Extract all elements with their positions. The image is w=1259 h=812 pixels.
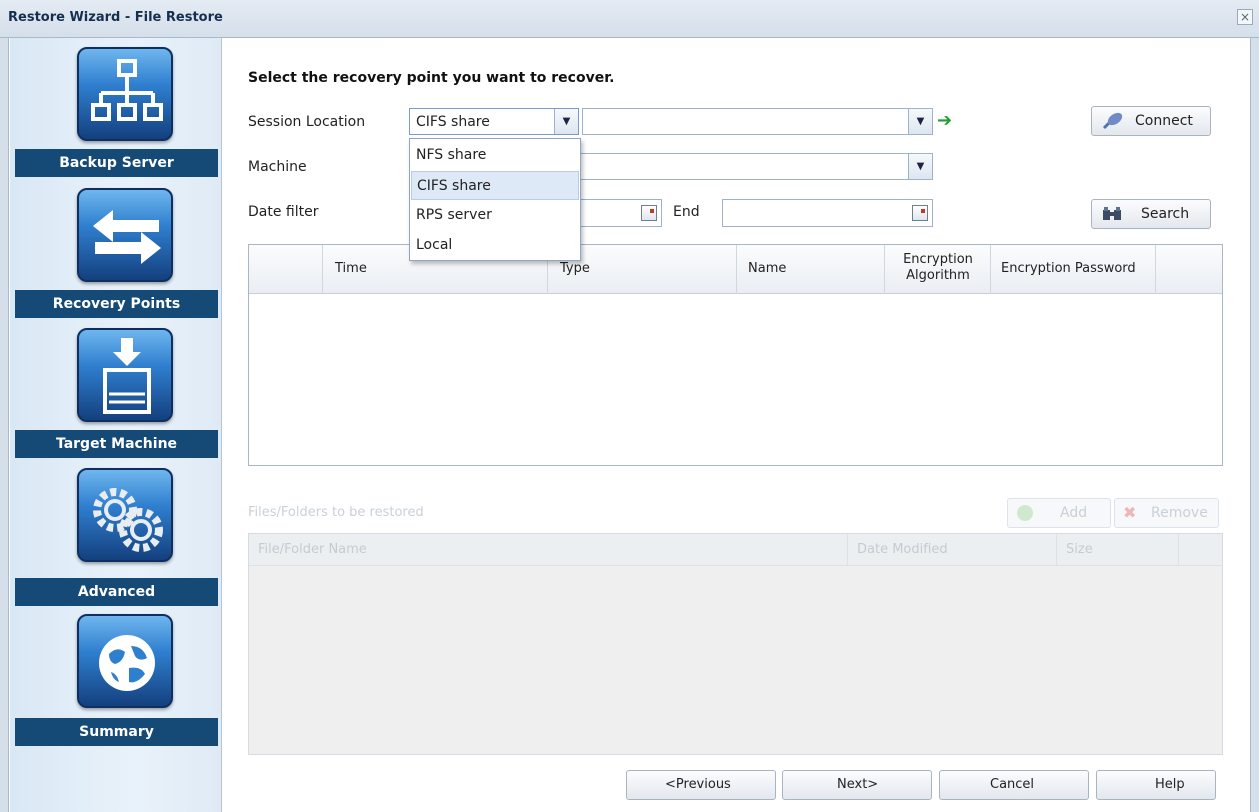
calendar-icon[interactable] xyxy=(641,205,657,221)
column-header-select[interactable] xyxy=(249,245,323,294)
recovery-points-table[interactable]: Time Type Name Encryption Algorithm Encr… xyxy=(248,244,1223,466)
network-tree-icon[interactable] xyxy=(77,47,173,141)
dropdown-option-rps-server[interactable]: RPS server xyxy=(411,201,579,230)
end-date-label: End xyxy=(673,204,700,220)
step-recovery-points[interactable]: Recovery Points xyxy=(15,290,218,318)
chevron-down-icon[interactable]: ▼ xyxy=(554,109,578,134)
previous-button[interactable]: <Previous xyxy=(626,770,776,800)
binoculars-icon xyxy=(1103,207,1121,220)
column-header-encryption-algorithm[interactable]: Encryption Algorithm xyxy=(885,245,991,294)
table-header: Time Type Name Encryption Algorithm Encr… xyxy=(249,245,1222,294)
session-location-label: Session Location xyxy=(248,114,366,130)
help-button-label: Help xyxy=(1155,777,1185,792)
date-filter-label: Date filter xyxy=(248,204,319,220)
gears-icon[interactable] xyxy=(77,468,173,562)
calendar-icon[interactable] xyxy=(912,205,928,221)
window-title: Restore Wizard - File Restore xyxy=(8,10,223,25)
session-location-dropdown-list[interactable]: NFS share CIFS share RPS server Local xyxy=(409,138,581,261)
connect-button[interactable]: Connect xyxy=(1091,106,1211,136)
close-icon[interactable]: × xyxy=(1237,9,1253,25)
add-button[interactable]: Add xyxy=(1007,498,1111,528)
previous-button-label: <Previous xyxy=(665,777,731,792)
search-button[interactable]: Search xyxy=(1091,199,1211,229)
column-header-name[interactable]: Name xyxy=(737,245,885,294)
column-header-encryption-password[interactable]: Encryption Password xyxy=(991,245,1156,294)
session-location-value: CIFS share xyxy=(416,114,490,130)
add-icon xyxy=(1017,505,1033,521)
go-arrow-icon[interactable]: ➔ xyxy=(937,112,959,130)
chevron-down-icon[interactable]: ▼ xyxy=(908,154,932,179)
next-button-label: Next> xyxy=(837,777,879,792)
remove-button[interactable]: ✖ Remove xyxy=(1114,498,1219,528)
dropdown-option-nfs-share[interactable]: NFS share xyxy=(411,141,579,170)
session-path-combo[interactable]: ▼ xyxy=(582,108,933,135)
step-advanced[interactable]: Advanced xyxy=(15,578,218,606)
column-header-size[interactable]: Size xyxy=(1057,534,1179,566)
column-header-file-folder-name[interactable]: File/Folder Name xyxy=(249,534,848,566)
cancel-button-label: Cancel xyxy=(990,777,1035,792)
files-table-header: File/Folder Name Date Modified Size xyxy=(249,534,1222,566)
machine-label: Machine xyxy=(248,159,307,175)
remove-icon: ✖ xyxy=(1123,503,1137,522)
globe-icon[interactable] xyxy=(77,614,173,708)
page-heading: Select the recovery point you want to re… xyxy=(248,70,615,86)
next-button[interactable]: Next> xyxy=(782,770,932,800)
search-button-label: Search xyxy=(1141,206,1190,222)
exchange-arrows-icon[interactable] xyxy=(77,188,173,282)
step-summary[interactable]: Summary xyxy=(15,718,218,746)
dropdown-option-cifs-share[interactable]: CIFS share xyxy=(411,171,579,200)
wizard-steps-sidebar: Backup Server Recovery Points Target Mac… xyxy=(10,38,222,812)
connect-button-label: Connect xyxy=(1135,113,1193,129)
session-location-select[interactable]: CIFS share ▼ xyxy=(409,108,579,135)
column-header-date-modified[interactable]: Date Modified xyxy=(848,534,1057,566)
files-section-title: Files/Folders to be restored xyxy=(248,505,424,520)
cancel-button[interactable]: Cancel xyxy=(939,770,1089,800)
dropdown-option-local[interactable]: Local xyxy=(411,231,579,260)
end-date-input[interactable] xyxy=(722,199,933,227)
column-header-extra xyxy=(1179,534,1222,566)
chevron-down-icon[interactable]: ▼ xyxy=(908,109,932,134)
plug-icon xyxy=(1102,112,1123,130)
help-button[interactable]: Help xyxy=(1096,770,1216,800)
files-to-restore-table[interactable]: File/Folder Name Date Modified Size xyxy=(248,533,1223,755)
window-frame-right xyxy=(1250,38,1259,812)
column-header-extra xyxy=(1156,245,1222,294)
step-target-machine[interactable]: Target Machine xyxy=(15,430,218,458)
add-button-label: Add xyxy=(1060,505,1088,521)
remove-button-label: Remove xyxy=(1151,505,1208,521)
window-frame-left xyxy=(0,38,9,812)
window-title-bar: Restore Wizard - File Restore × xyxy=(0,0,1259,38)
step-backup-server[interactable]: Backup Server xyxy=(15,149,218,177)
drive-download-icon[interactable] xyxy=(77,328,173,422)
